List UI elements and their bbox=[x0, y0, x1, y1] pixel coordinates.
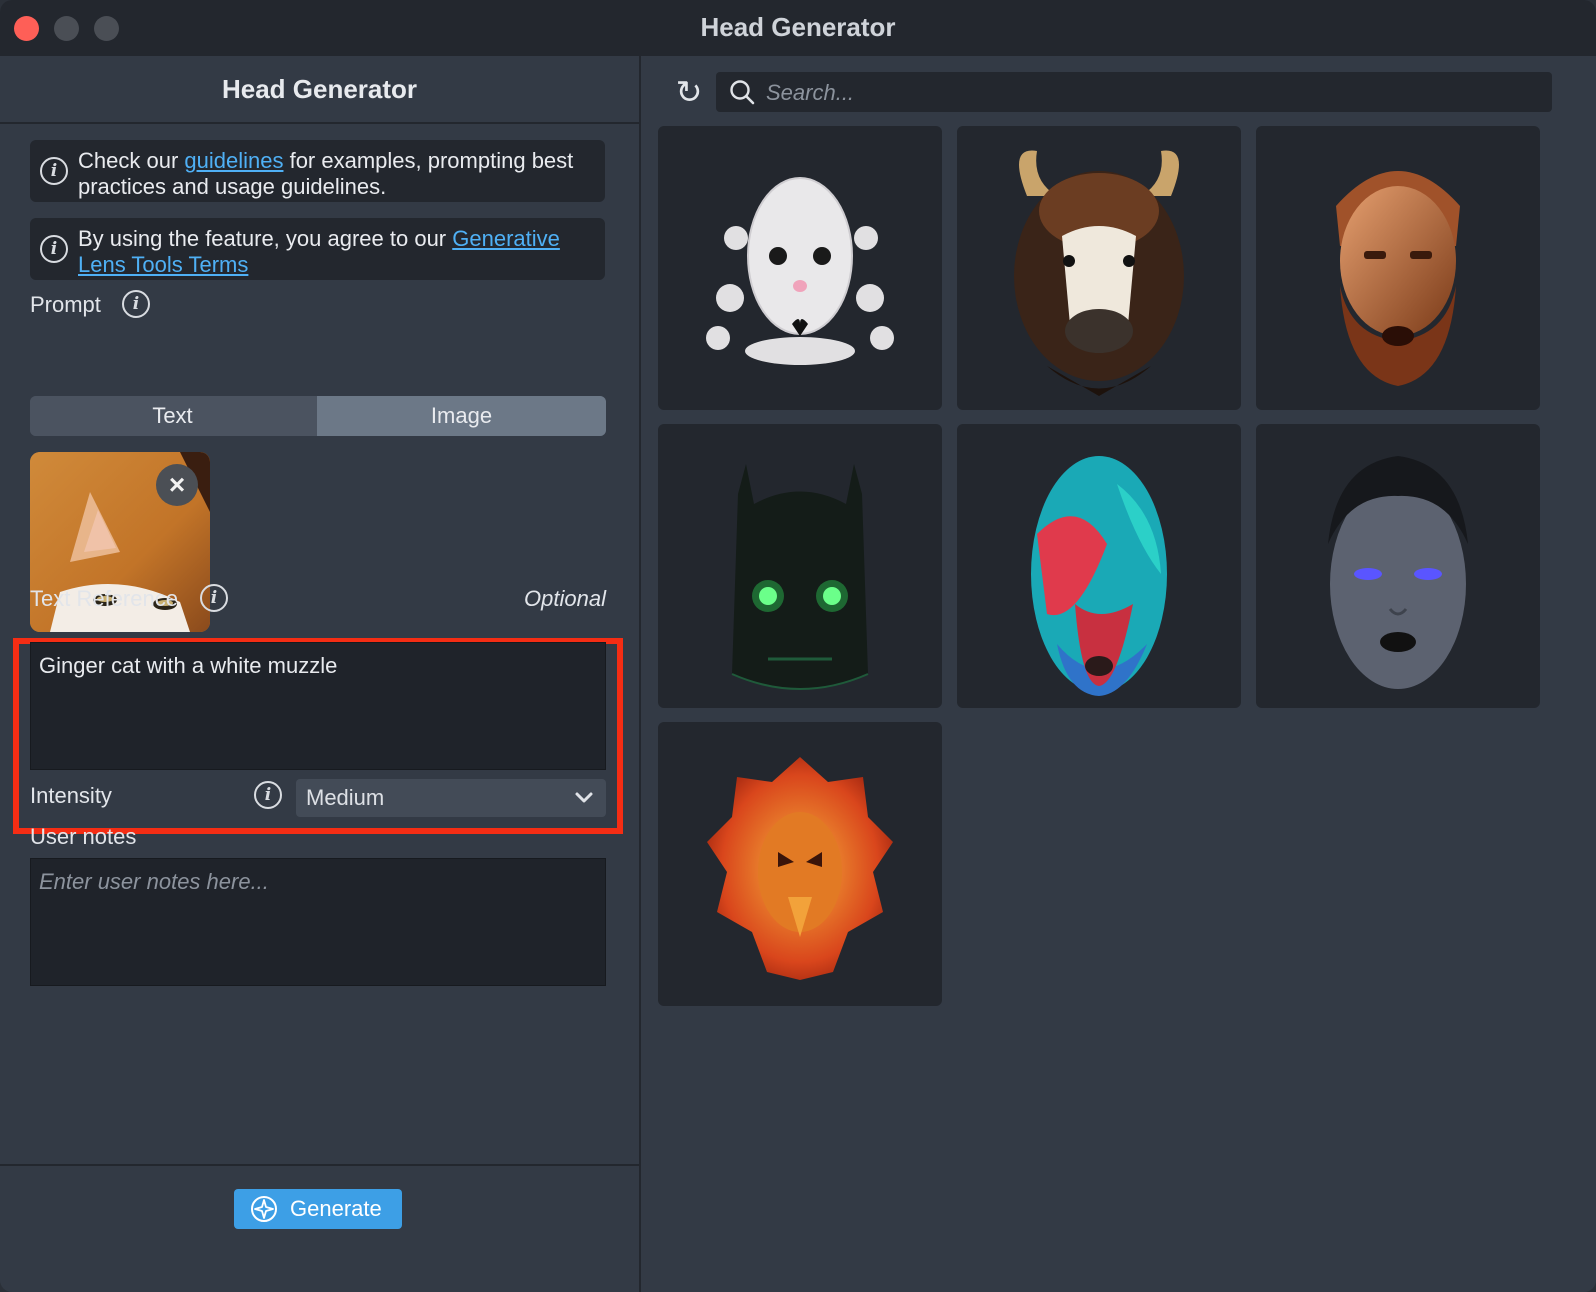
notice-text: By using the feature, you agree to our bbox=[78, 226, 453, 251]
result-tile-6[interactable] bbox=[1256, 424, 1540, 708]
tab-image[interactable]: Image bbox=[317, 396, 606, 436]
search-input[interactable] bbox=[764, 72, 1538, 114]
intensity-select[interactable]: Medium bbox=[296, 779, 606, 817]
guidelines-notice-text: Check our guidelines for examples, promp… bbox=[78, 148, 595, 200]
title-bar: Head Generator bbox=[0, 0, 1596, 57]
search-icon bbox=[728, 78, 756, 111]
prompt-label: Prompt bbox=[30, 292, 101, 317]
text-reference-info-icon[interactable]: i bbox=[200, 584, 228, 612]
sparkle-icon bbox=[250, 1195, 278, 1236]
refresh-icon: ↻ bbox=[675, 74, 703, 110]
grey-woman-head-icon bbox=[1328, 456, 1468, 689]
intensity-info-icon[interactable]: i bbox=[254, 781, 282, 809]
optional-label: Optional bbox=[524, 586, 606, 611]
results-panel: ↻ bbox=[641, 56, 1596, 1292]
result-tile-3[interactable] bbox=[1256, 126, 1540, 410]
generate-button[interactable]: Generate bbox=[234, 1189, 402, 1229]
result-tile-4[interactable] bbox=[658, 424, 942, 708]
prompt-type-toggle: Text Image bbox=[30, 396, 606, 436]
dark-creature-green-eyes-head-icon bbox=[731, 464, 869, 690]
window-title: Head Generator bbox=[0, 12, 1596, 43]
refresh-button[interactable]: ↻ bbox=[669, 72, 709, 112]
plush-ghost-head-icon bbox=[706, 177, 894, 365]
result-tile-7[interactable] bbox=[658, 722, 942, 1006]
result-tile-1[interactable] bbox=[658, 126, 942, 410]
text-reference-input[interactable]: Ginger cat with a white muzzle bbox=[30, 642, 606, 770]
prompt-info-icon[interactable]: i bbox=[122, 290, 150, 318]
text-reference-label: Text Reference bbox=[30, 586, 178, 611]
chevron-down-icon bbox=[574, 779, 594, 829]
result-tile-5[interactable] bbox=[957, 424, 1241, 708]
user-notes-label: User notes bbox=[30, 824, 137, 849]
search-bar bbox=[716, 72, 1552, 114]
user-notes-input[interactable]: Enter user notes here... bbox=[30, 858, 606, 986]
guidelines-link[interactable]: guidelines bbox=[184, 148, 283, 173]
notice-text: Check our bbox=[78, 148, 185, 173]
remove-image-button[interactable]: × bbox=[156, 464, 198, 506]
terms-notice: i By using the feature, you agree to our… bbox=[30, 218, 605, 280]
panel-title: Head Generator bbox=[0, 56, 639, 124]
tab-text[interactable]: Text bbox=[30, 396, 315, 436]
terms-notice-text: By using the feature, you agree to our G… bbox=[78, 226, 595, 278]
result-tile-2[interactable] bbox=[957, 126, 1241, 410]
window-title-text: Head Generator bbox=[700, 12, 896, 42]
generate-button-label: Generate bbox=[290, 1196, 382, 1221]
intensity-value: Medium bbox=[306, 785, 385, 810]
info-icon: i bbox=[40, 235, 68, 263]
info-icon: i bbox=[40, 157, 68, 185]
fire-phoenix-lion-head-icon bbox=[707, 757, 893, 980]
guidelines-notice: i Check our guidelines for examples, pro… bbox=[30, 140, 605, 202]
bronze-bearded-man-head-icon bbox=[1336, 171, 1460, 386]
head-generator-window: Head Generator Head Generator i Check ou… bbox=[0, 0, 1596, 1292]
bison-head-icon bbox=[1014, 150, 1184, 396]
intensity-label: Intensity bbox=[30, 783, 112, 808]
footer-divider bbox=[0, 1164, 639, 1166]
close-icon: × bbox=[168, 469, 186, 500]
feathered-bird-head-icon bbox=[1031, 456, 1167, 696]
generator-settings-panel: Head Generator i Check our guidelines fo… bbox=[0, 56, 641, 1292]
